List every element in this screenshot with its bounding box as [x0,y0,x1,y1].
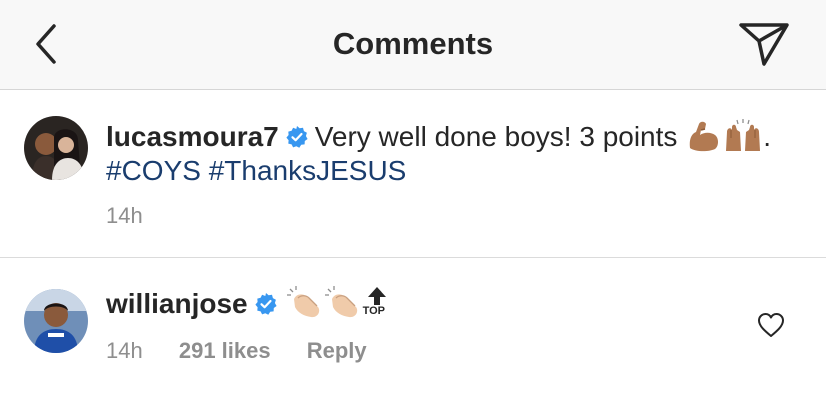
verified-badge-icon [286,126,308,148]
clapping-hands-emoji [324,286,357,318]
top-arrow-emoji: TOP [362,285,392,319]
caption-username[interactable]: lucasmoura7 [106,121,279,152]
page-title: Comments [332,26,494,61]
flexed-biceps-emoji [689,121,719,152]
raising-hands-emoji [726,119,761,151]
verified-badge-icon [255,293,277,315]
comment-timestamp: 14h [106,338,143,363]
caption-timestamp: 14h [106,203,143,228]
caption-body: Very well done boys! 3 points [314,121,678,152]
hashtag-link[interactable]: #COYS [106,155,201,186]
post-caption: lucasmoura7 Very well done boys! 3 point… [0,90,826,258]
heart-icon[interactable] [757,312,785,338]
caption-text: lucasmoura7 Very well done boys! 3 point… [106,118,806,188]
likes-count-link[interactable]: 291 likes [179,338,271,363]
avatar[interactable] [24,289,88,353]
comment-meta: 14h 291 likes Reply [106,338,397,364]
top-nav-bar: Comments [0,0,826,90]
avatar-image [24,116,88,180]
comment-username[interactable]: willianjose [106,288,248,319]
back-button[interactable] [30,22,66,66]
up-arrow-icon [367,287,386,305]
clapping-hands-emoji [286,286,319,318]
direct-message-button[interactable] [737,20,791,68]
caption-trailing-punct: . [763,121,771,152]
comment-item: willianjose TOP 14h 291 likes Reply [0,259,826,400]
top-label: TOP [362,305,386,317]
comment-text: willianjose TOP [106,285,392,321]
reply-button[interactable]: Reply [307,338,367,363]
avatar-image [24,289,88,353]
paper-plane-icon [739,23,789,66]
hashtag-link[interactable]: #ThanksJESUS [209,155,407,186]
avatar[interactable] [24,116,88,180]
chevron-left-icon [36,24,56,64]
